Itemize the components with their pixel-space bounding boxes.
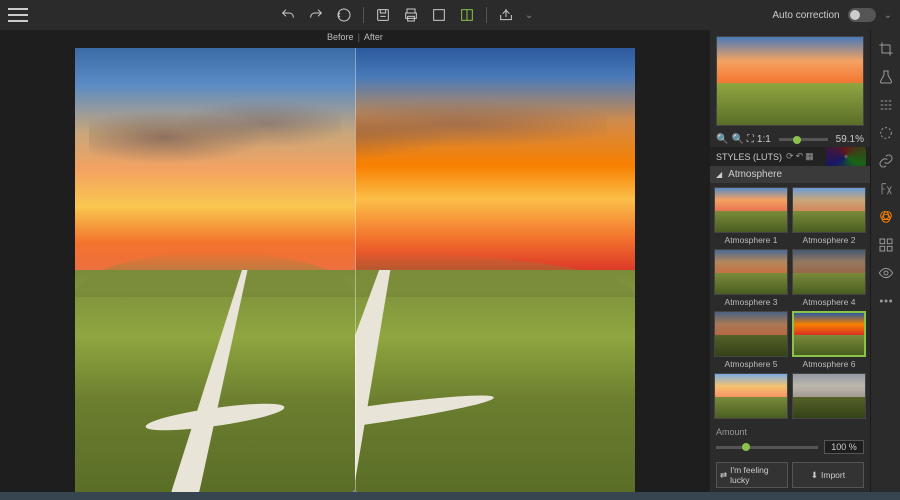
preset-grid: Atmosphere 1 Atmosphere 2 Atmosphere 3 Atmo… <box>710 183 870 423</box>
history-icon[interactable] <box>335 6 353 24</box>
auto-correction-label: Auto correction <box>772 10 839 21</box>
fx-icon[interactable] <box>877 180 895 198</box>
zoom-slider[interactable] <box>779 138 828 141</box>
fit-icon[interactable]: ⛶ <box>747 134 754 145</box>
preset-4[interactable]: Atmosphere 4 <box>792 249 866 307</box>
color-icon[interactable] <box>877 208 895 226</box>
toolbar-center: ⌄ <box>40 6 772 24</box>
preset-actions: ⇄I'm feeling lucky ⬇Import <box>710 458 870 492</box>
preset-label: Atmosphere 6 <box>792 359 866 369</box>
navigator-preview[interactable] <box>716 36 864 126</box>
auto-correction-dropdown-icon[interactable]: ⌄ <box>884 10 892 21</box>
marquee-icon[interactable] <box>877 124 895 142</box>
preset-7[interactable] <box>714 373 788 421</box>
category-header[interactable]: ◢ Atmosphere <box>710 166 870 183</box>
amount-label: Amount <box>716 427 864 437</box>
after-label: After <box>364 32 383 42</box>
zoom-controls: 🔍 🔍 ⛶ 1:1 59.1% <box>710 132 870 147</box>
top-toolbar: ⌄ Auto correction ⌄ <box>0 0 900 30</box>
save-icon[interactable] <box>374 6 392 24</box>
auto-correction-toggle[interactable] <box>848 8 876 22</box>
preset-3[interactable]: Atmosphere 3 <box>714 249 788 307</box>
print-icon[interactable] <box>402 6 420 24</box>
preset-1[interactable]: Atmosphere 1 <box>714 187 788 245</box>
amount-slider[interactable] <box>716 446 818 449</box>
undo-icon[interactable] <box>279 6 297 24</box>
styles-refresh-icon[interactable]: ⟳ <box>786 151 794 162</box>
grid-icon[interactable] <box>877 236 895 254</box>
after-half <box>355 48 635 492</box>
import-button[interactable]: ⬇Import <box>792 462 864 488</box>
compare-view-icon[interactable] <box>458 6 476 24</box>
main-row: Before | After ◆ <box>0 30 900 492</box>
redo-icon[interactable] <box>307 6 325 24</box>
share-dropdown-icon[interactable]: ⌄ <box>525 10 533 21</box>
share-icon[interactable] <box>497 6 515 24</box>
status-bar <box>0 492 900 500</box>
crop-icon[interactable] <box>877 40 895 58</box>
zoom-out-icon[interactable]: 🔍 <box>716 134 728 145</box>
import-icon: ⬇ <box>811 470 818 481</box>
zoom-value: 59.1% <box>836 134 864 145</box>
single-view-icon[interactable] <box>430 6 448 24</box>
before-half <box>75 48 355 492</box>
preset-6[interactable]: Atmosphere 6 <box>792 311 866 369</box>
more-icon[interactable] <box>877 292 895 310</box>
styles-title: STYLES (LUTS) <box>716 152 782 162</box>
lab-icon[interactable] <box>877 68 895 86</box>
zoom-in-icon[interactable]: 🔍 <box>731 134 743 145</box>
preset-label: Atmosphere 4 <box>792 297 866 307</box>
toolbar-right: Auto correction ⌄ <box>772 8 892 22</box>
category-label: Atmosphere <box>728 169 782 180</box>
shuffle-icon: ⇄ <box>720 470 727 481</box>
sliders-icon[interactable] <box>877 96 895 114</box>
compare-divider[interactable] <box>355 48 356 492</box>
collapse-icon: ◢ <box>716 170 722 179</box>
canvas-area: Before | After ◆ <box>0 30 710 492</box>
actual-size-icon[interactable]: 1:1 <box>757 134 771 145</box>
preset-label: Atmosphere 1 <box>714 235 788 245</box>
eye-icon[interactable] <box>877 264 895 282</box>
before-label: Before <box>327 32 354 42</box>
menu-button[interactable] <box>8 8 28 22</box>
link-icon[interactable] <box>877 152 895 170</box>
image-preview[interactable]: ◆ <box>75 48 635 492</box>
preset-label: Atmosphere 5 <box>714 359 788 369</box>
lucky-button[interactable]: ⇄I'm feeling lucky <box>716 462 788 488</box>
right-panel: 🔍 🔍 ⛶ 1:1 59.1% STYLES (LUTS) ⟳ ↶ ▦ ◢ At… <box>710 30 870 492</box>
compare-labels: Before | After <box>327 32 383 42</box>
compare-handle-icon[interactable]: ◆ <box>350 486 359 492</box>
amount-row: Amount 100 % <box>710 423 870 458</box>
styles-panel-header: STYLES (LUTS) ⟳ ↶ ▦ <box>710 147 870 166</box>
preset-label: Atmosphere 2 <box>792 235 866 245</box>
preset-8[interactable] <box>792 373 866 421</box>
preset-5[interactable]: Atmosphere 5 <box>714 311 788 369</box>
styles-grid-icon[interactable]: ▦ <box>805 151 814 162</box>
tool-rail <box>870 30 900 492</box>
styles-undo-icon[interactable]: ↶ <box>796 151 804 162</box>
preset-label: Atmosphere 3 <box>714 297 788 307</box>
amount-value[interactable]: 100 % <box>824 440 864 454</box>
styles-decoration-icon <box>826 147 866 166</box>
preset-2[interactable]: Atmosphere 2 <box>792 187 866 245</box>
